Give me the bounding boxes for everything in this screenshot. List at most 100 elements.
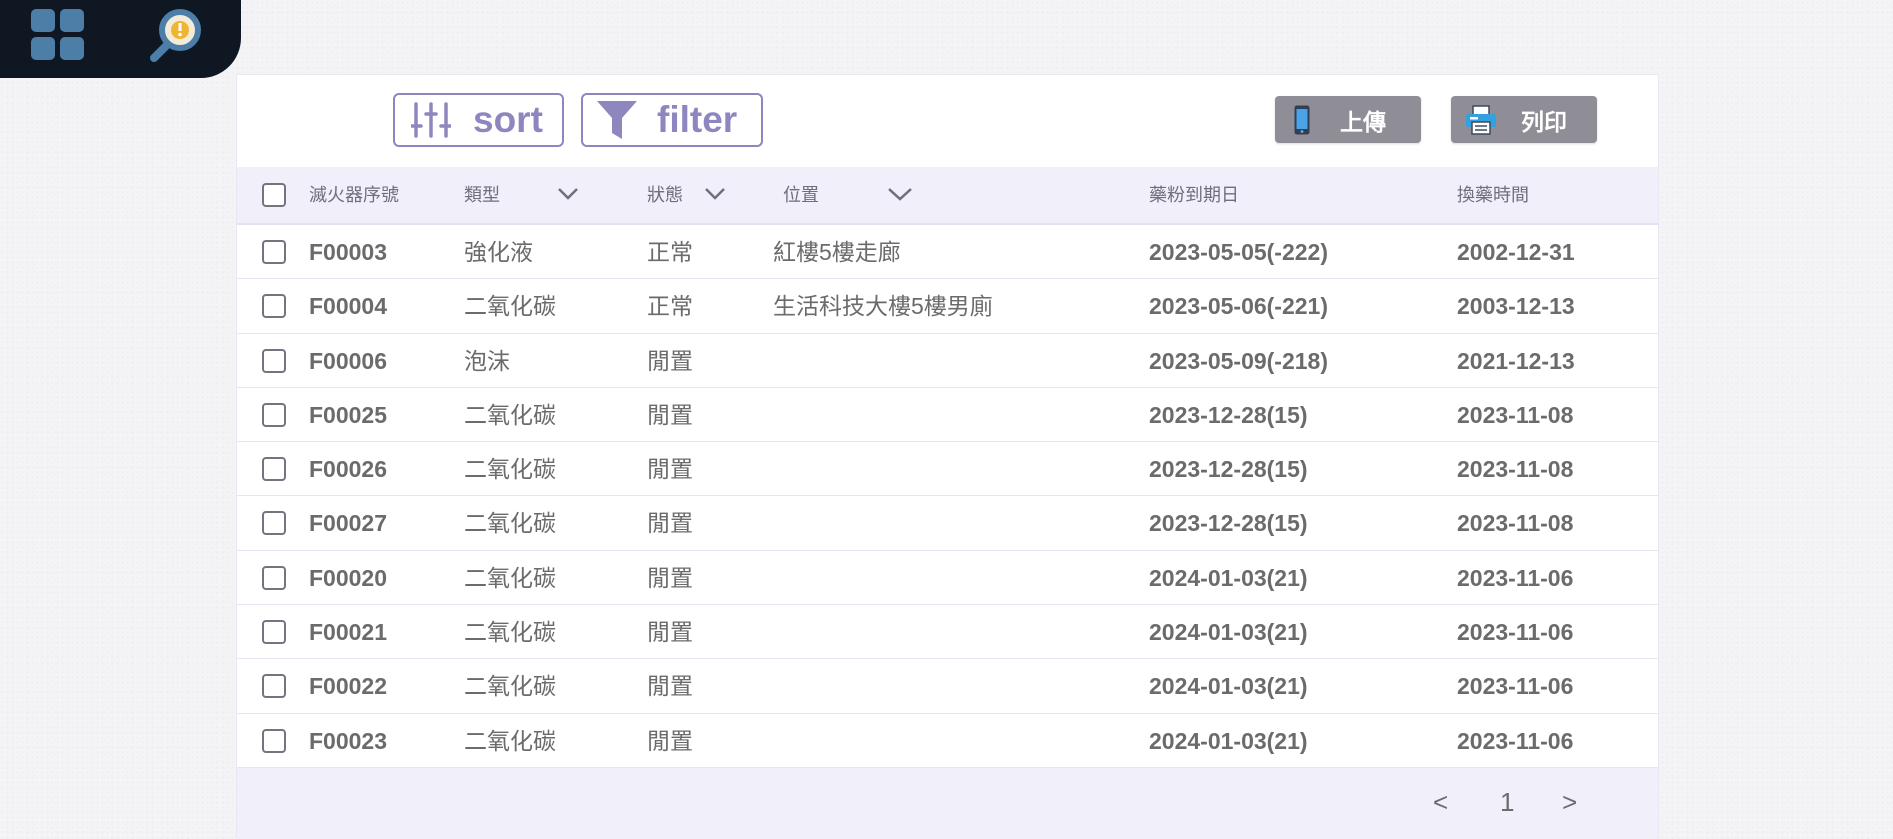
header-type: 類型 <box>464 185 500 205</box>
row-checkbox[interactable] <box>262 457 286 482</box>
refill-cell: 2023-11-08 <box>1457 456 1574 483</box>
status-cell: 閒置 <box>647 401 693 428</box>
print-button[interactable]: 列印 <box>1451 96 1597 143</box>
sort-button[interactable]: sort <box>393 93 564 147</box>
table-row[interactable]: F00023 二氧化碳 閒置 2024-01-03(21) 2023-11-06 <box>237 714 1658 768</box>
status-cell: 閒置 <box>647 619 693 646</box>
status-cell: 正常 <box>647 239 693 265</box>
table-row[interactable]: F00022 二氧化碳 閒置 2024-01-03(21) 2023-11-06 <box>237 659 1658 714</box>
table-body: F00003 強化液 正常 紅樓5樓走廊 2023-05-05(-222) 20… <box>237 225 1658 768</box>
serial-cell: F00026 <box>309 456 388 483</box>
header-expiry: 藥粉到期日 <box>1149 185 1239 205</box>
expiry-cell: 2023-05-05(-222) <box>1149 239 1329 265</box>
table-row[interactable]: F00020 二氧化碳 閒置 2024-01-03(21) 2023-11-06 <box>237 551 1658 606</box>
refill-cell: 2023-11-06 <box>1457 564 1574 591</box>
row-checkbox[interactable] <box>262 402 286 427</box>
expiry-cell: 2024-01-03(21) <box>1149 564 1308 591</box>
row-checkbox[interactable] <box>262 240 286 264</box>
expiry-cell: 2023-12-28(15) <box>1149 510 1308 537</box>
refill-cell: 2002-12-31 <box>1457 239 1575 265</box>
expiry-cell: 2024-01-03(21) <box>1149 727 1308 754</box>
printer-icon <box>1466 104 1496 135</box>
serial-cell: F00021 <box>309 619 388 646</box>
serial-cell: F00025 <box>309 401 388 428</box>
grid-icon[interactable] <box>31 9 84 60</box>
status-cell: 正常 <box>647 293 693 320</box>
row-checkbox[interactable] <box>262 565 286 590</box>
row-checkbox[interactable] <box>262 620 286 645</box>
refill-cell: 2023-11-08 <box>1457 401 1574 428</box>
table-row[interactable]: F00021 二氧化碳 閒置 2024-01-03(21) 2023-11-06 <box>237 605 1658 660</box>
type-cell: 二氧化碳 <box>464 456 556 483</box>
refill-cell: 2023-11-06 <box>1457 619 1574 646</box>
status-cell: 閒置 <box>647 673 693 700</box>
status-cell: 閒置 <box>647 347 693 374</box>
select-all-checkbox[interactable] <box>262 183 286 207</box>
status-cell: 閒置 <box>647 727 693 754</box>
row-checkbox[interactable] <box>262 294 286 319</box>
sort-label: sort <box>473 99 543 140</box>
upload-button[interactable]: 上傳 <box>1275 96 1421 143</box>
type-cell: 二氧化碳 <box>464 673 556 700</box>
status-cell: 閒置 <box>647 510 693 537</box>
table-header: 滅火器序號 類型 狀態 位置 藥粉到期日 換藥時間 <box>237 167 1658 225</box>
status-chevron-down-icon[interactable] <box>704 187 726 201</box>
type-chevron-down-icon[interactable] <box>557 187 579 201</box>
refill-cell: 2023-11-06 <box>1457 727 1574 754</box>
header-status: 狀態 <box>647 185 683 205</box>
row-checkbox[interactable] <box>262 348 286 373</box>
serial-cell: F00003 <box>309 239 388 265</box>
row-checkbox[interactable] <box>262 674 286 699</box>
expiry-cell: 2024-01-03(21) <box>1149 673 1308 700</box>
top-nav <box>0 0 241 78</box>
type-cell: 二氧化碳 <box>464 401 556 428</box>
table-row[interactable]: F00006 泡沫 閒置 2023-05-09(-218) 2021-12-13 <box>237 334 1658 388</box>
search-alert-icon[interactable] <box>148 8 208 64</box>
expiry-cell: 2023-05-06(-221) <box>1149 293 1329 320</box>
row-checkbox[interactable] <box>262 728 286 753</box>
header-location: 位置 <box>783 185 819 205</box>
type-cell: 二氧化碳 <box>464 510 556 537</box>
expiry-cell: 2024-01-03(21) <box>1149 619 1308 646</box>
refill-cell: 2023-11-08 <box>1457 510 1574 537</box>
expiry-cell: 2023-12-28(15) <box>1149 401 1308 428</box>
type-cell: 二氧化碳 <box>464 619 556 646</box>
table-row[interactable]: F00027 二氧化碳 閒置 2023-12-28(15) 2023-11-08 <box>237 496 1658 551</box>
serial-cell: F00027 <box>309 510 388 537</box>
type-cell: 二氧化碳 <box>464 727 556 754</box>
row-checkbox[interactable] <box>262 511 286 536</box>
table-row[interactable]: F00026 二氧化碳 閒置 2023-12-28(15) 2023-11-08 <box>237 442 1658 497</box>
funnel-icon <box>597 101 637 139</box>
upload-label: 上傳 <box>1340 108 1386 135</box>
serial-cell: F00006 <box>309 347 388 374</box>
refill-cell: 2023-11-06 <box>1457 673 1574 700</box>
prev-page-button[interactable]: < <box>1433 786 1448 818</box>
type-cell: 二氧化碳 <box>464 293 556 320</box>
table-row[interactable]: F00003 強化液 正常 紅樓5樓走廊 2023-05-05(-222) 20… <box>237 225 1658 280</box>
current-page: 1 <box>1500 787 1515 817</box>
refill-cell: 2003-12-13 <box>1457 293 1575 320</box>
sliders-icon <box>411 102 451 138</box>
status-cell: 閒置 <box>647 564 693 591</box>
table-row[interactable]: F00004 二氧化碳 正常 生活科技大樓5樓男廁 2023-05-06(-22… <box>237 279 1658 334</box>
type-cell: 二氧化碳 <box>464 564 556 591</box>
location-cell: 紅樓5樓走廊 <box>773 239 901 265</box>
serial-cell: F00020 <box>309 564 388 591</box>
status-cell: 閒置 <box>647 456 693 483</box>
serial-cell: F00004 <box>309 293 388 320</box>
inventory-panel: sort filter 上傳 列印 滅火器序號 類型 狀態 位置 藥粉到期日 換… <box>236 74 1659 839</box>
header-refill: 換藥時間 <box>1457 185 1529 205</box>
filter-button[interactable]: filter <box>581 93 763 147</box>
refill-cell: 2021-12-13 <box>1457 347 1575 374</box>
location-chevron-down-icon[interactable] <box>887 187 913 202</box>
next-page-button[interactable]: > <box>1562 786 1577 818</box>
type-cell: 強化液 <box>464 239 533 265</box>
expiry-cell: 2023-05-09(-218) <box>1149 347 1329 374</box>
table-row[interactable]: F00025 二氧化碳 閒置 2023-12-28(15) 2023-11-08 <box>237 388 1658 443</box>
serial-cell: F00023 <box>309 727 388 754</box>
print-label: 列印 <box>1521 108 1567 135</box>
filter-label: filter <box>657 99 738 140</box>
expiry-cell: 2023-12-28(15) <box>1149 456 1308 483</box>
serial-cell: F00022 <box>309 673 388 700</box>
type-cell: 泡沫 <box>464 347 510 374</box>
